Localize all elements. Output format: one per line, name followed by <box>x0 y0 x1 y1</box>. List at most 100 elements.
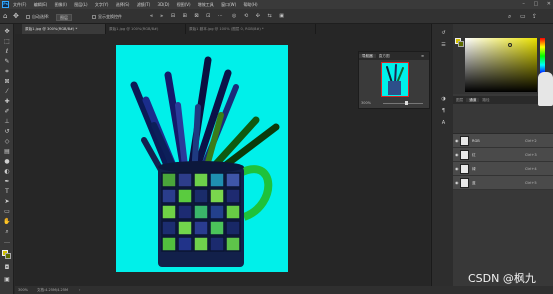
menu-filter[interactable]: 滤镜(T) <box>137 0 151 9</box>
channel-thumbnail <box>460 136 469 146</box>
menu-edit[interactable]: 编辑(E) <box>34 0 48 9</box>
channel-row[interactable]: ◉ RGB Ctrl+2 <box>453 134 553 148</box>
panel-menu-icon[interactable]: ≡ <box>418 52 427 60</box>
menu-type[interactable]: 文字(Y) <box>95 0 109 9</box>
stamp-icon[interactable]: ⊥ <box>3 118 11 126</box>
gradient-icon[interactable]: ▤ <box>3 148 11 156</box>
color-picker-cursor[interactable] <box>508 43 512 47</box>
brush-icon[interactable]: ✐ <box>3 108 11 116</box>
visibility-eye-icon[interactable]: ◉ <box>455 162 459 176</box>
3d-mode-icons[interactable]: ◎ ⟲ ✣ ⇆ ▣ <box>232 9 287 24</box>
close-icon[interactable]: ✕ <box>547 1 551 7</box>
background-color-swatch[interactable] <box>5 253 11 259</box>
maximize-icon[interactable]: □ <box>533 1 538 7</box>
visibility-eye-icon[interactable]: ◉ <box>455 148 459 162</box>
channel-shortcut: Ctrl+2 <box>525 139 537 143</box>
menu-layer[interactable]: 图层(L) <box>74 0 87 9</box>
adjustments-icon[interactable]: ◑ <box>440 96 447 103</box>
channel-thumbnail <box>460 150 469 160</box>
tab-document-3[interactable]: 原始1 副本.jpg @ 100% (图层 0, RGB/8#) * <box>186 24 316 34</box>
home-icon[interactable]: ⌂ <box>3 9 7 24</box>
photoshop-logo: Ps <box>2 1 9 8</box>
menu-3d[interactable]: 3D(D) <box>158 0 170 9</box>
workspace-icon[interactable]: ▭ <box>520 9 526 24</box>
quick-select-icon[interactable]: ✎ <box>3 58 11 66</box>
channel-shortcut: Ctrl+4 <box>525 167 537 171</box>
zoom-icon[interactable]: ⌕ <box>3 228 11 236</box>
tools-panel: ✥ ⬚ ℓ ✎ ⌗ ⊠ ⁄ ✚ ✐ ⊥ ↺ ◇ ▤ ● ◐ ✒ T ➤ ▭ ✋ … <box>0 24 14 294</box>
menu-image[interactable]: 图像(I) <box>55 0 67 9</box>
screenmode-icon[interactable]: ▣ <box>3 276 11 284</box>
menu-plugins[interactable]: 增效工具 <box>198 0 214 9</box>
dodge-icon[interactable]: ◐ <box>3 168 11 176</box>
channel-name: 红 <box>472 153 476 157</box>
visibility-eye-icon[interactable]: ◉ <box>455 176 459 190</box>
show-transform-option[interactable]: 显示变换控件 <box>92 9 122 24</box>
zoom-slider-handle[interactable] <box>405 101 408 105</box>
quickmask-icon[interactable]: ◘ <box>3 264 11 272</box>
channel-row[interactable]: ◉ 红 Ctrl+3 <box>453 148 553 162</box>
pencil-cup-image <box>130 56 280 267</box>
status-doc-info: 文档:4.25M/4.25M <box>37 288 68 292</box>
channel-row[interactable]: ◉ 蓝 Ctrl+5 <box>453 176 553 190</box>
align-icons[interactable]: ⫷ ⫸ ⊟ ⊞ ⊠ ⊡ ⋯ <box>150 9 226 24</box>
properties-icon[interactable]: ☰ <box>440 42 447 49</box>
frame-icon[interactable]: ⊠ <box>3 78 11 86</box>
visibility-eye-icon[interactable]: ◉ <box>455 134 459 148</box>
type-icon[interactable]: T <box>3 188 11 196</box>
more-icon[interactable]: … <box>3 238 11 246</box>
color-picker-field[interactable] <box>465 38 537 92</box>
menu-view[interactable]: 视图(V) <box>177 0 191 9</box>
paragraph-icon[interactable]: ¶ <box>440 108 447 115</box>
tab-document-2[interactable]: 原始1.jpg @ 100%(RGB/8#) <box>106 24 186 34</box>
tab-layers[interactable]: 图层 <box>453 98 466 102</box>
rectangle-icon[interactable]: ▭ <box>3 208 11 216</box>
show-transform-checkbox[interactable] <box>92 15 96 19</box>
crop-icon[interactable]: ⌗ <box>3 68 11 76</box>
color-background-swatch[interactable] <box>458 41 464 47</box>
navigator-zoom[interactable]: 300% <box>361 101 371 105</box>
move-icon[interactable]: ✥ <box>3 28 11 36</box>
menu-select[interactable]: 选择(S) <box>116 0 130 9</box>
channel-shortcut: Ctrl+5 <box>525 181 537 185</box>
menu-file[interactable]: 文件(F) <box>13 0 26 9</box>
healing-icon[interactable]: ✚ <box>3 98 11 106</box>
show-transform-label: 显示变换控件 <box>98 14 122 19</box>
path-select-icon[interactable]: ➤ <box>3 198 11 206</box>
document-canvas[interactable] <box>116 45 288 272</box>
channel-row[interactable]: ◉ 绿 Ctrl+4 <box>453 162 553 176</box>
eraser-icon[interactable]: ◇ <box>3 138 11 146</box>
tab-paths[interactable]: 路径 <box>479 98 492 102</box>
zoom-slider[interactable] <box>383 103 423 104</box>
move-tool-icon[interactable]: ✥ <box>13 9 19 24</box>
lasso-icon[interactable]: ℓ <box>3 48 11 56</box>
auto-select-option[interactable]: 自动选择: <box>26 9 49 24</box>
history-brush-icon[interactable]: ↺ <box>3 128 11 136</box>
history-icon[interactable]: ↺ <box>440 30 447 37</box>
status-arrow-icon[interactable]: › <box>79 286 80 294</box>
navigator-thumbnail[interactable] <box>381 62 409 97</box>
tab-document-1[interactable]: 原始1.jpg @ 300%(RGB/8#) * <box>22 24 106 34</box>
status-zoom[interactable]: 300% <box>18 286 28 294</box>
channel-thumbnail <box>460 178 469 188</box>
eyedropper-icon[interactable]: ⁄ <box>3 88 11 96</box>
pen-icon[interactable]: ✒ <box>3 178 11 186</box>
tab-channels[interactable]: 通道 <box>466 98 480 102</box>
options-bar: ⌂ ✥ 自动选择: 图层 显示变换控件 ⫷ ⫸ ⊟ ⊞ ⊠ ⊡ ⋯ ◎ ⟲ ✣ … <box>0 9 553 24</box>
tab-histogram[interactable]: 直方图 <box>376 54 393 58</box>
blur-icon[interactable]: ● <box>3 158 11 166</box>
search-icon[interactable]: ⌕ <box>508 9 511 24</box>
channel-shortcut: Ctrl+3 <box>525 153 537 157</box>
marquee-icon[interactable]: ⬚ <box>3 38 11 46</box>
menu-bar: Ps 文件(F) 编辑(E) 图像(I) 图层(L) 文字(Y) 选择(S) 滤… <box>0 0 553 9</box>
auto-select-value[interactable]: 图层 <box>56 13 72 21</box>
tab-navigator[interactable]: 导航器 <box>359 54 376 58</box>
menu-help[interactable]: 帮助(H) <box>243 0 257 9</box>
menu-window[interactable]: 窗口(W) <box>221 0 236 9</box>
auto-select-checkbox[interactable] <box>26 15 30 19</box>
minimize-icon[interactable]: – <box>522 1 525 7</box>
character-icon[interactable]: A <box>440 120 447 127</box>
auto-select-dropdown[interactable]: 图层 <box>56 9 72 24</box>
share-icon[interactable]: ⇪ <box>532 9 537 24</box>
hand-icon[interactable]: ✋ <box>3 218 11 226</box>
